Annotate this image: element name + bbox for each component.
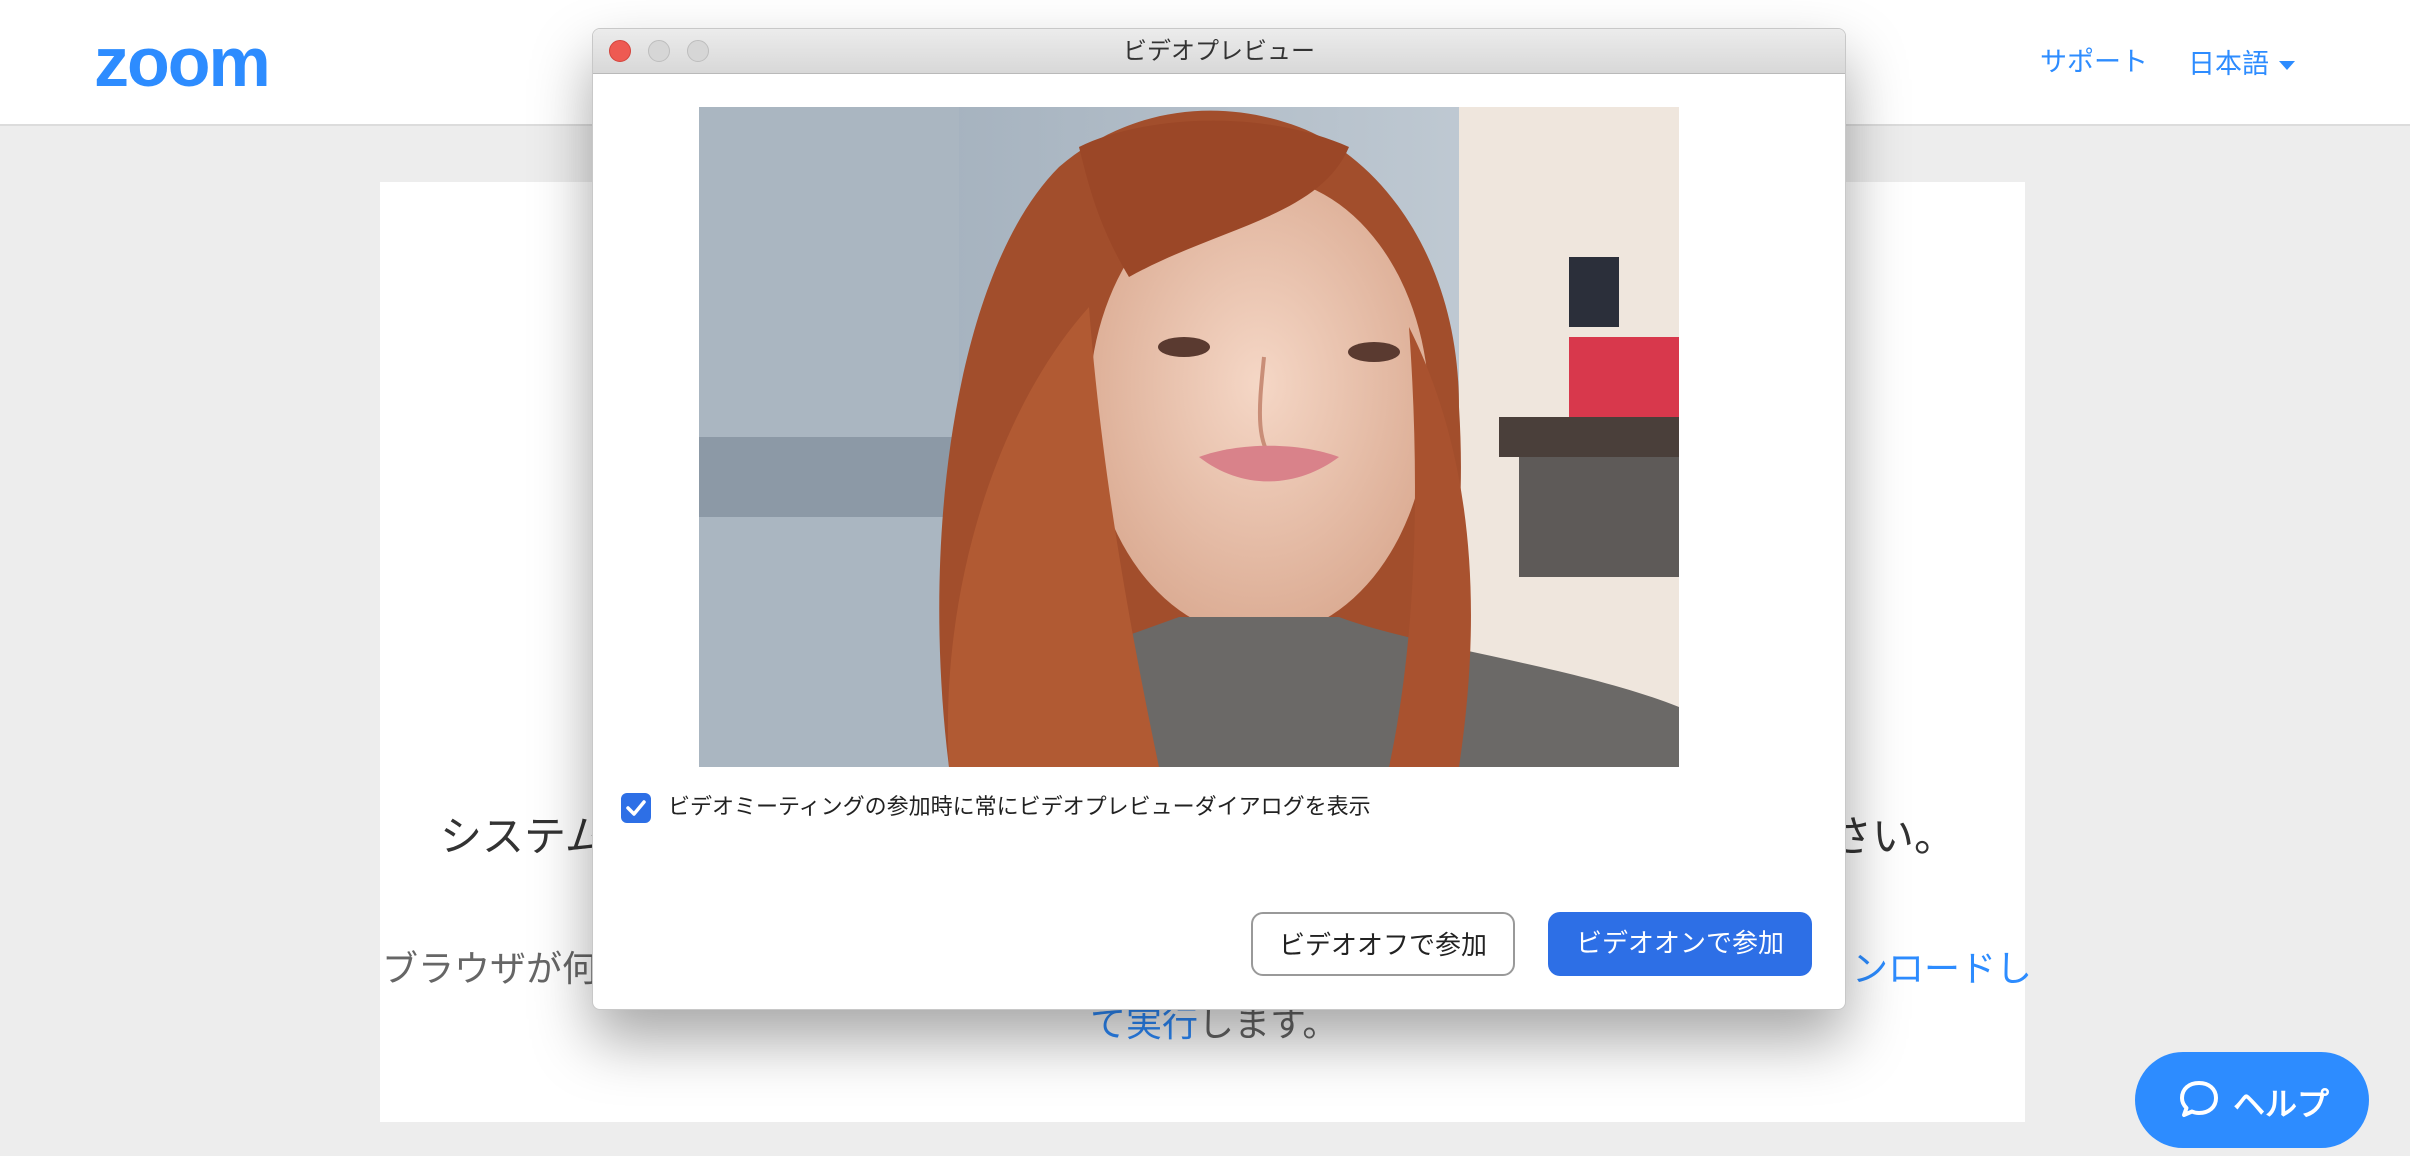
run-link[interactable]: て実行	[1090, 1004, 1198, 1045]
headline-left: システム	[440, 812, 607, 861]
chat-bubble-icon	[2180, 1081, 2218, 1117]
zoom-logo[interactable]: zoom	[94, 22, 271, 102]
camera-feed-image	[699, 107, 1679, 767]
always-show-preview-label[interactable]: ビデオミーティングの参加時に常にビデオプレビューダイアログを表示	[668, 793, 1371, 823]
window-zoom-button[interactable]	[687, 40, 709, 62]
language-label: 日本語	[2188, 49, 2269, 80]
video-preview-dialog: ビデオプレビュー ビデオミーティングの参加時に常にビデオプレビューダイアログを表…	[592, 28, 1846, 1010]
download-link[interactable]: ンロードし	[1852, 940, 2032, 992]
dialog-title: ビデオプレビュー	[1123, 37, 1315, 65]
join-video-on-button[interactable]: ビデオオンで参加	[1548, 912, 1812, 976]
sub-text-line2-rest: します。	[1198, 1004, 1339, 1045]
language-selector[interactable]: 日本語	[2188, 42, 2295, 81]
video-preview	[699, 107, 1679, 767]
dialog-titlebar[interactable]: ビデオプレビュー	[593, 29, 1845, 74]
help-button[interactable]: ヘルプ	[2135, 1052, 2369, 1148]
always-show-preview-checkbox[interactable]	[621, 793, 651, 823]
caret-down-icon	[2279, 61, 2295, 70]
support-link[interactable]: サポート	[2040, 40, 2148, 79]
headline-right: さい。	[1830, 812, 1957, 861]
join-video-off-button[interactable]: ビデオオフで参加	[1251, 912, 1515, 976]
window-close-button[interactable]	[609, 40, 631, 62]
sub-text-left: ブラウザが何	[382, 949, 599, 990]
window-minimize-button[interactable]	[648, 40, 670, 62]
checkmark-icon	[626, 800, 646, 816]
help-label: ヘルプ	[2233, 1085, 2330, 1123]
